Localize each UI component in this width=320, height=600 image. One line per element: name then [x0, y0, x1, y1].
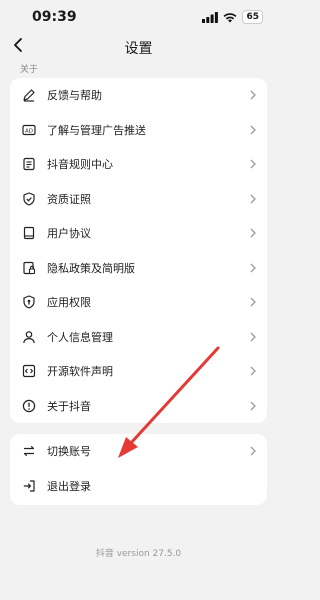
settings-item-label: 切换账号 — [47, 445, 91, 459]
logout-icon — [22, 479, 36, 493]
chevron-right-icon — [250, 194, 256, 203]
shield-check-icon — [22, 192, 36, 206]
page-title: 设置 — [124, 41, 153, 57]
about-card: 反馈与帮助 AD 了解与管理广告推送 抖音规则中心 资质证照 用户协议 隐私政策… — [10, 78, 267, 423]
privacy-lock-icon — [22, 261, 36, 275]
settings-item-personal-info[interactable]: 个人信息管理 — [10, 320, 267, 355]
settings-item-label: 了解与管理广告推送 — [47, 123, 146, 137]
chevron-right-icon — [250, 297, 256, 307]
edit-icon — [22, 88, 36, 102]
settings-item-user-agreement[interactable]: 用户协议 — [10, 216, 267, 251]
chevron-right-icon — [250, 159, 256, 169]
chevron-right-icon — [250, 263, 256, 272]
signal-icon — [202, 11, 219, 23]
switch-icon — [22, 444, 36, 458]
settings-item-rules-center[interactable]: 抖音规则中心 — [10, 147, 267, 182]
battery-indicator: 65 — [242, 10, 263, 24]
ad-icon: AD — [22, 123, 36, 137]
settings-item-label: 个人信息管理 — [47, 330, 113, 344]
settings-item-label: 抖音规则中心 — [47, 158, 113, 172]
chevron-right-icon — [250, 125, 256, 134]
svg-text:AD: AD — [25, 128, 33, 134]
settings-item-app-permissions[interactable]: 应用权限 — [10, 285, 267, 320]
settings-item-open-source[interactable]: 开源软件声明 — [10, 354, 267, 389]
settings-item-label: 开源软件声明 — [47, 365, 113, 379]
code-icon — [22, 364, 36, 378]
settings-item-switch-account[interactable]: 切换账号 — [10, 434, 267, 469]
settings-item-label: 用户协议 — [47, 227, 91, 241]
settings-item-ad-management[interactable]: AD 了解与管理广告推送 — [10, 113, 267, 148]
section-label-about: 关于 — [20, 65, 39, 75]
status-icons: 65 — [202, 10, 263, 24]
nav-bar: 设置 — [0, 32, 277, 60]
chevron-right-icon — [250, 401, 256, 410]
settings-item-label: 反馈与帮助 — [47, 89, 102, 103]
rules-icon — [22, 157, 36, 171]
status-time: 09:39 — [32, 9, 77, 25]
chevron-right-icon — [250, 332, 256, 341]
book-icon — [22, 226, 36, 240]
version-label: 抖音 version 27.5.0 — [95, 549, 182, 559]
permission-shield-icon — [22, 295, 36, 309]
settings-item-privacy-policy[interactable]: 隐私政策及简明版 — [10, 251, 267, 286]
wifi-icon — [223, 12, 237, 22]
info-icon — [22, 399, 36, 413]
chevron-right-icon — [250, 90, 256, 100]
settings-item-qualifications[interactable]: 资质证照 — [10, 182, 267, 217]
account-card: 切换账号 退出登录 — [10, 434, 267, 505]
settings-item-label: 隐私政策及简明版 — [47, 261, 135, 275]
settings-item-label: 资质证照 — [47, 192, 91, 206]
settings-item-about-douyin[interactable]: 关于抖音 — [10, 389, 267, 424]
settings-item-feedback[interactable]: 反馈与帮助 — [10, 78, 267, 113]
status-bar: 09:39 65 — [0, 0, 277, 32]
settings-item-label: 应用权限 — [47, 296, 91, 310]
person-icon — [22, 330, 36, 344]
chevron-right-icon — [250, 228, 256, 238]
settings-item-label: 退出登录 — [47, 479, 91, 493]
chevron-right-icon — [250, 446, 256, 456]
chevron-right-icon — [250, 366, 256, 376]
settings-item-logout[interactable]: 退出登录 — [10, 469, 267, 504]
settings-item-label: 关于抖音 — [47, 399, 91, 413]
